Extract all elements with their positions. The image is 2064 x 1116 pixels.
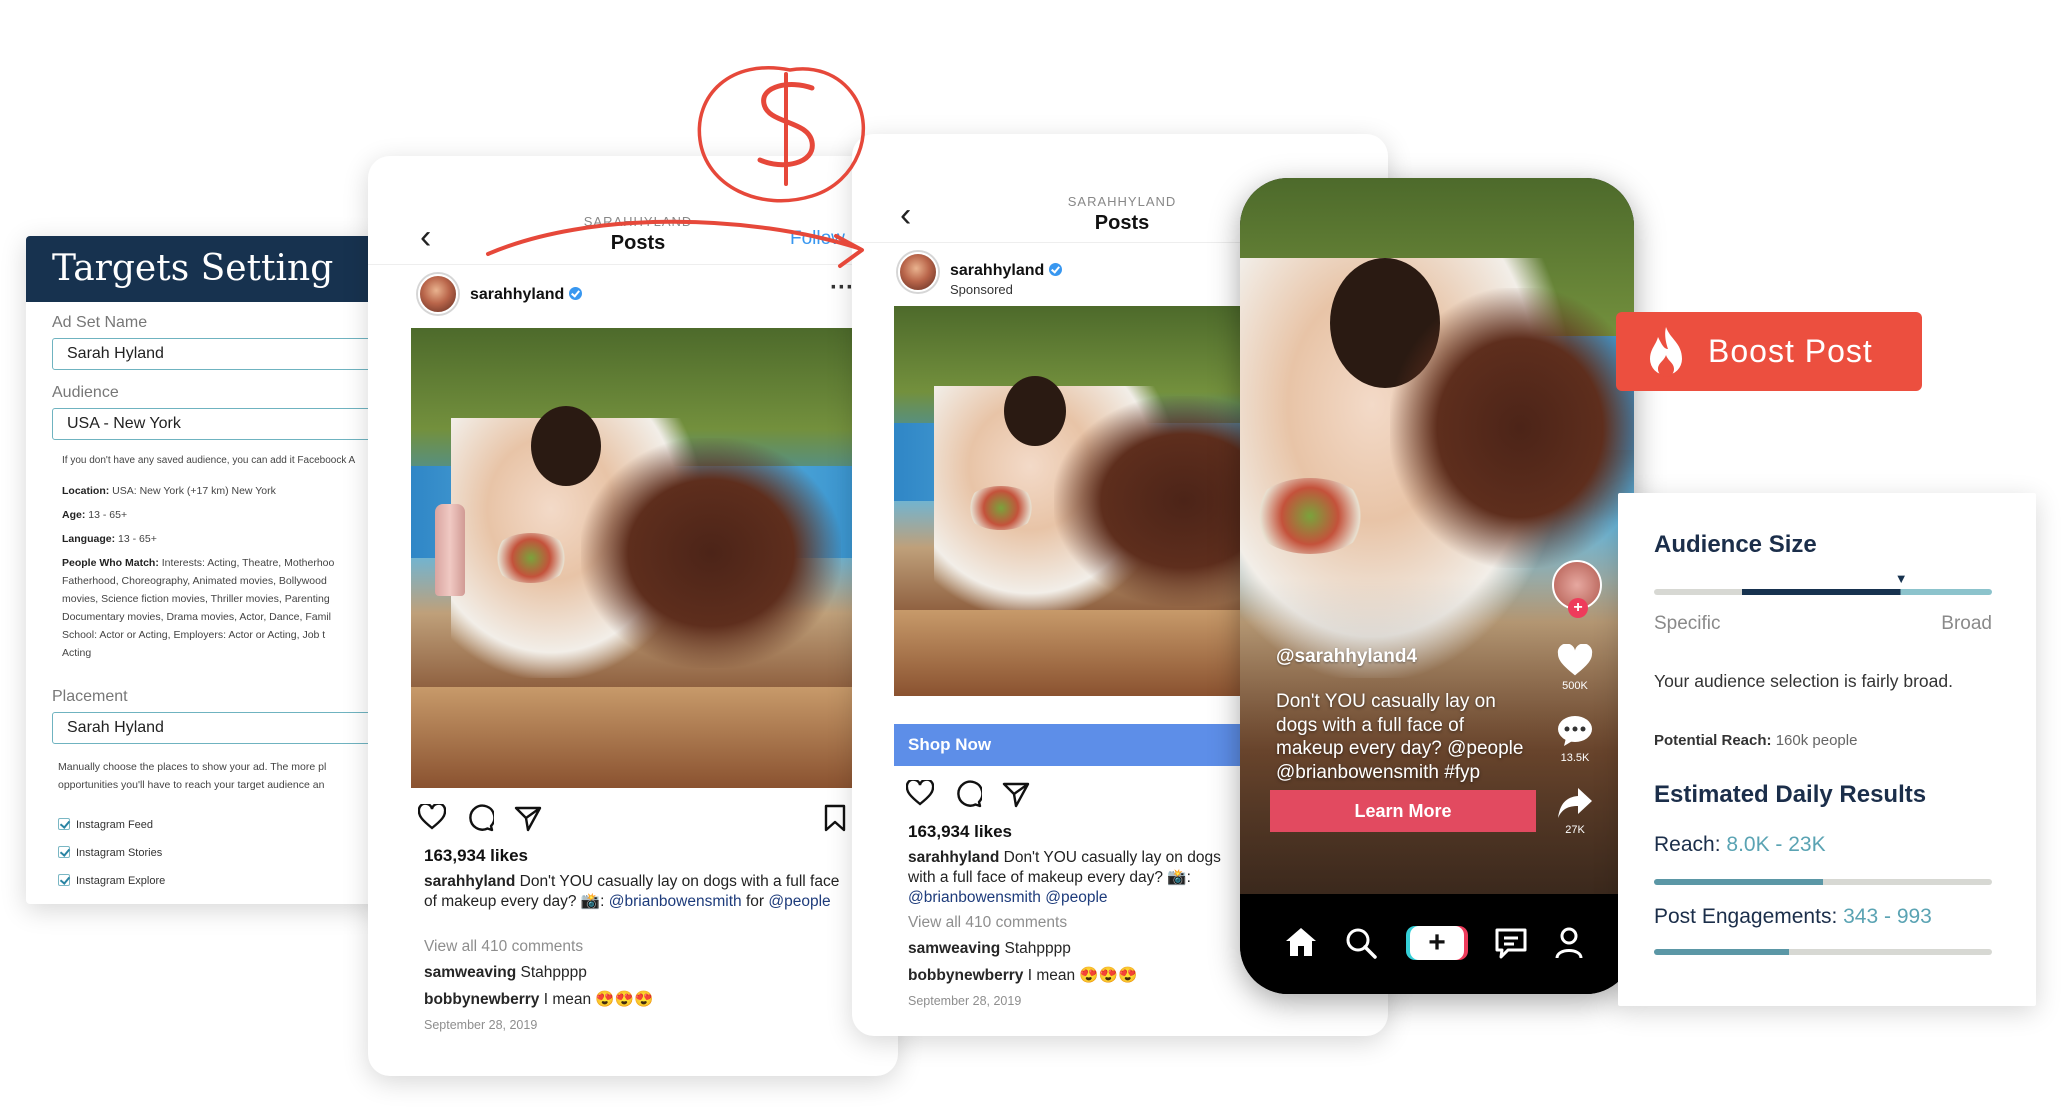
marketing-collage: Targets Setting Ad Set Name Sarah Hyland… (0, 0, 2064, 1116)
dollar-circle-annotation (697, 66, 865, 203)
arrow-annotation (486, 219, 864, 268)
annotation-overlay (486, 66, 865, 268)
